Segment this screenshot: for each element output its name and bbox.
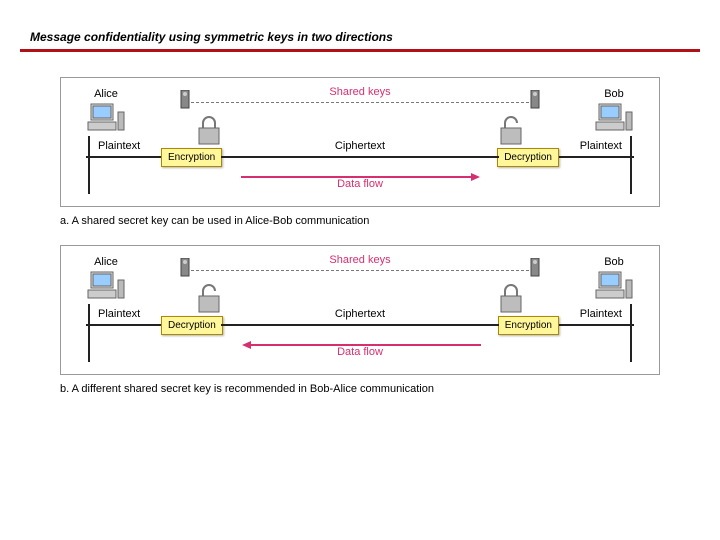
plaintext-right-label: Plaintext [580,308,622,320]
panel-b-caption: b. A different shared secret key is reco… [60,383,660,395]
computer-icon [86,270,126,300]
dataflow-label: Data flow [337,346,383,358]
lock-open-icon [498,116,524,146]
panel-a-caption: a. A shared secret key can be used in Al… [60,215,660,227]
lock-closed-icon [498,284,524,314]
plaintext-left-label: Plaintext [98,308,140,320]
ciphertext-label: Ciphertext [335,308,385,320]
dataflow-label: Data flow [337,178,383,190]
decryption-box: Decryption [161,316,223,335]
slide-title: Message confidentiality using symmetric … [0,0,720,49]
plaintext-left-label: Plaintext [98,140,140,152]
computer-icon [594,270,634,300]
lock-closed-icon [196,116,222,146]
shared-keys-label: Shared keys [329,86,390,98]
encryption-box: Encryption [161,148,222,167]
alice-label: Alice [76,88,136,100]
shared-keys-label: Shared keys [329,254,390,266]
plaintext-right-label: Plaintext [580,140,622,152]
bob-label: Bob [584,256,644,268]
key-icon [179,90,191,112]
key-icon [529,90,541,112]
title-underline [20,49,700,52]
lock-open-icon [196,284,222,314]
encryption-box: Encryption [498,316,559,335]
ciphertext-label: Ciphertext [335,140,385,152]
key-icon [179,258,191,280]
diagram-panel-b: Alice Bob Shared keys [60,245,660,375]
computer-icon [86,102,126,132]
key-icon [529,258,541,280]
alice-label: Alice [76,256,136,268]
computer-icon [594,102,634,132]
diagram-panel-a: Alice Bob Shared keys [60,77,660,207]
bob-label: Bob [584,88,644,100]
decryption-box: Decryption [497,148,559,167]
